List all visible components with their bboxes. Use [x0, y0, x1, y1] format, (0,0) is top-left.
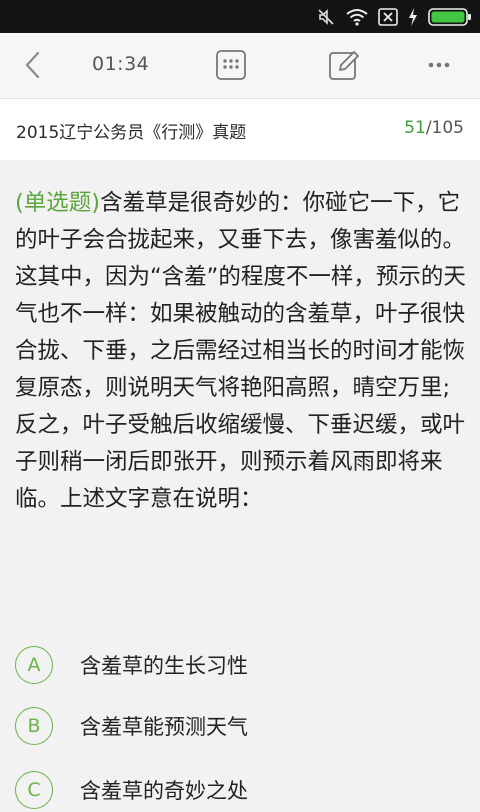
option-c-letter[interactable]: C: [15, 771, 53, 809]
mute-icon: [318, 9, 334, 25]
exam-title: 2015辽宁公务员《行测》真题: [16, 123, 247, 143]
option-b-text: 含羞草能预测天气: [80, 715, 248, 739]
charging-icon: [409, 8, 417, 26]
option-b[interactable]: B 含羞草能预测天气: [15, 704, 475, 748]
status-icons: [316, 6, 472, 28]
question-type: (单选题): [15, 190, 101, 216]
battery-icon: [428, 8, 471, 26]
timer: 01:34: [92, 53, 150, 75]
question-text: 含羞草是很奇妙的：你碰它一下，它的叶子会合拢起来，又垂下去，像害羞似的。这其中，…: [15, 190, 466, 512]
option-a-text: 含羞草的生长习性: [80, 654, 248, 678]
option-c[interactable]: C 含羞草的奇妙之处: [15, 768, 475, 812]
back-icon[interactable]: [18, 49, 48, 81]
grid-icon[interactable]: [214, 48, 248, 82]
option-b-letter[interactable]: B: [15, 707, 53, 745]
option-a-letter[interactable]: A: [15, 646, 53, 684]
exam-header: 2015辽宁公务员《行测》真题 51/105: [0, 99, 480, 160]
top-toolbar: 01:34: [0, 33, 480, 99]
current-question-number: 51: [404, 118, 426, 138]
question-progress: 51/105: [404, 118, 464, 138]
wifi-icon: [346, 9, 368, 26]
question-text-block: (单选题)含羞草是很奇妙的：你碰它一下，它的叶子会合拢起来，又垂下去，像害羞似的…: [15, 185, 470, 518]
total-questions: /105: [425, 118, 464, 138]
status-bar: [0, 0, 480, 33]
edit-icon[interactable]: [327, 48, 361, 82]
no-sim-icon: [378, 8, 398, 26]
more-icon[interactable]: [422, 48, 456, 82]
option-c-text: 含羞草的奇妙之处: [80, 779, 248, 803]
option-a[interactable]: A 含羞草的生长习性: [15, 643, 475, 687]
